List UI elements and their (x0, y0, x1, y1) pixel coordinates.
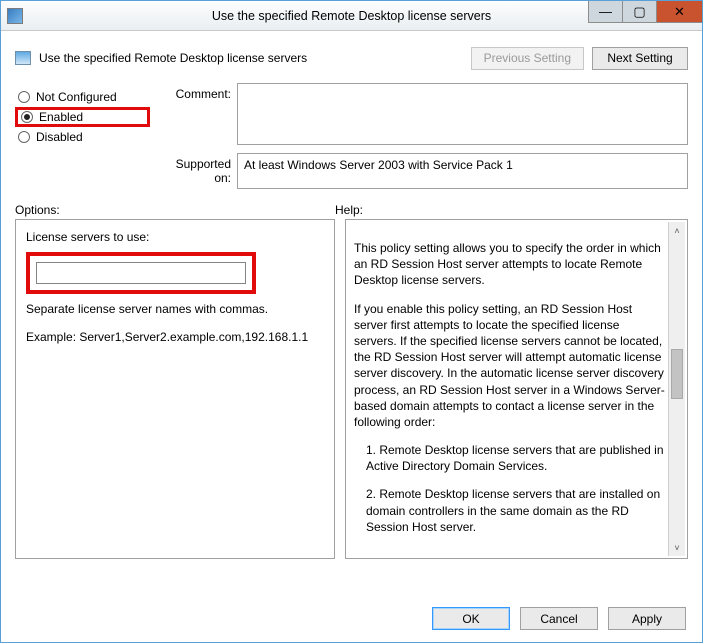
supported-on-text: At least Windows Server 2003 with Servic… (244, 158, 513, 172)
help-paragraph: If you enable this policy setting, an RD… (354, 301, 665, 431)
supported-on-box: At least Windows Server 2003 with Servic… (237, 153, 688, 189)
scroll-up-button[interactable]: ˄ (669, 222, 685, 239)
license-servers-label: License servers to use: (26, 230, 324, 244)
help-list-item: 1. Remote Desktop license servers that a… (366, 442, 665, 474)
help-list-item: 2. Remote Desktop license servers that a… (366, 486, 665, 535)
radio-icon (18, 131, 30, 143)
radio-label: Disabled (36, 130, 83, 144)
radio-disabled[interactable]: Disabled (15, 127, 150, 147)
maximize-button[interactable]: ▢ (622, 1, 656, 23)
scroll-thumb[interactable] (671, 349, 683, 399)
options-pane: License servers to use: Separate license… (15, 219, 335, 559)
license-servers-input[interactable] (36, 262, 246, 284)
supported-label: Supported on: (156, 153, 231, 185)
license-note: Separate license server names with comma… (26, 302, 324, 316)
app-icon (7, 8, 23, 24)
radio-icon (21, 111, 33, 123)
scroll-down-button[interactable]: ˅ (669, 539, 685, 556)
radio-not-configured[interactable]: Not Configured (15, 87, 150, 107)
chevron-down-icon: ˅ (674, 543, 679, 553)
license-input-highlight (26, 252, 256, 294)
next-setting-button[interactable]: Next Setting (592, 47, 688, 70)
minimize-icon: — (599, 4, 612, 19)
close-icon: ✕ (674, 4, 685, 20)
radio-enabled[interactable]: Enabled (15, 107, 150, 127)
help-pane: This policy setting allows you to specif… (345, 219, 688, 559)
cancel-button[interactable]: Cancel (520, 607, 598, 630)
options-heading: Options: (15, 203, 335, 217)
help-heading: Help: (335, 203, 363, 217)
help-scrollbar[interactable]: ˄ ˅ (668, 222, 685, 556)
license-example: Example: Server1,Server2.example.com,192… (26, 330, 324, 344)
help-paragraph: This policy setting allows you to specif… (354, 240, 665, 289)
state-radio-group: Not Configured Enabled Disabled (15, 83, 150, 147)
minimize-button[interactable]: — (588, 1, 622, 23)
radio-label: Enabled (39, 110, 83, 124)
help-paragraph: If you disable or do not configure this … (354, 547, 665, 550)
window-controls: — ▢ ✕ (588, 1, 702, 30)
chevron-up-icon: ˄ (674, 226, 679, 236)
header-row: Use the specified Remote Desktop license… (15, 41, 688, 75)
ok-button[interactable]: OK (432, 607, 510, 630)
previous-setting-button[interactable]: Previous Setting (471, 47, 584, 70)
close-button[interactable]: ✕ (656, 1, 702, 23)
comment-label: Comment: (156, 83, 231, 101)
dialog-buttons: OK Cancel Apply (432, 607, 686, 630)
radio-icon (18, 91, 30, 103)
maximize-icon: ▢ (633, 4, 645, 20)
title-bar: Use the specified Remote Desktop license… (1, 1, 702, 31)
apply-button[interactable]: Apply (608, 607, 686, 630)
radio-label: Not Configured (36, 90, 117, 104)
policy-title: Use the specified Remote Desktop license… (39, 51, 307, 65)
comment-textarea[interactable] (237, 83, 688, 145)
policy-icon (15, 51, 31, 65)
scroll-track[interactable] (669, 239, 685, 539)
help-text: This policy setting allows you to specif… (354, 228, 665, 550)
